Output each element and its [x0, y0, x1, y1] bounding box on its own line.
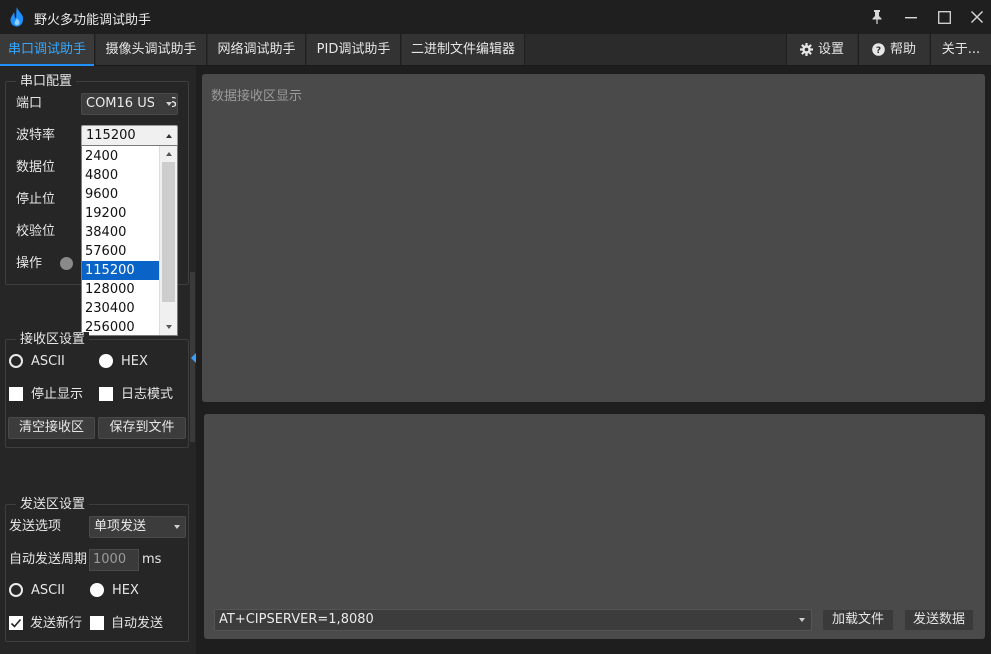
title-bar: 野火多功能调试助手 — [0, 0, 991, 34]
app-title: 野火多功能调试助手 — [34, 13, 152, 28]
maximize-button[interactable] — [927, 0, 961, 34]
stopbits-label: 停止位 — [16, 192, 56, 207]
receive-area[interactable]: 数据接收区显示 — [202, 74, 985, 402]
auto-send-label: 自动发送 — [111, 616, 164, 631]
svg-text:?: ? — [876, 46, 881, 56]
receive-ascii-label: ASCII — [31, 354, 65, 369]
auto-send-checkbox[interactable] — [90, 616, 104, 630]
send-command-input[interactable]: AT+CIPSERVER=1,8080 — [214, 609, 812, 631]
log-mode-label: 日志模式 — [121, 387, 174, 402]
send-settings-title: 发送区设置 — [16, 497, 90, 513]
scroll-down-icon[interactable] — [166, 325, 172, 329]
checkmark-icon — [10, 618, 22, 628]
baud-option[interactable]: 38400 — [82, 223, 159, 242]
receive-hex-radio[interactable] — [99, 354, 113, 368]
help-label: 帮助 — [889, 42, 916, 57]
send-option-select[interactable]: 单项发送 — [89, 516, 186, 538]
scrollbar-thumb[interactable] — [162, 162, 175, 302]
baud-option[interactable]: 128000 — [82, 280, 159, 299]
baud-dropdown-list[interactable]: 2400 4800 9600 19200 38400 57600 115200 … — [81, 145, 178, 336]
help-button[interactable]: ? 帮助 — [858, 34, 929, 65]
baud-option[interactable]: 4800 — [82, 166, 159, 185]
stop-display-label: 停止显示 — [31, 387, 84, 402]
baud-option[interactable]: 256000 — [82, 318, 159, 335]
baud-option[interactable]: 2400 — [82, 147, 159, 166]
send-area[interactable]: AT+CIPSERVER=1,8080 加载文件 发送数据 — [204, 414, 985, 639]
flame-logo-icon — [10, 7, 24, 27]
baud-option[interactable]: 9600 — [82, 185, 159, 204]
gear-icon — [799, 43, 813, 56]
baud-select[interactable]: 115200 — [81, 125, 178, 147]
send-hex-radio[interactable] — [90, 583, 104, 597]
period-unit-label: ms — [142, 552, 162, 567]
receive-placeholder: 数据接收区显示 — [211, 89, 303, 104]
chevron-down-icon — [174, 525, 180, 529]
clear-receive-button[interactable]: 清空接收区 — [8, 417, 95, 439]
collapse-arrow-icon[interactable] — [191, 353, 196, 363]
send-data-button[interactable]: 发送数据 — [904, 609, 974, 631]
baud-value: 115200 — [86, 128, 136, 143]
load-file-button[interactable]: 加载文件 — [822, 609, 894, 631]
chevron-down-icon — [166, 102, 172, 106]
baud-option-selected[interactable]: 115200 — [82, 261, 159, 280]
tab-binary-editor[interactable]: 二进制文件编辑器 — [402, 34, 525, 65]
baud-option[interactable]: 230400 — [82, 299, 159, 318]
serial-config-title: 串口配置 — [16, 74, 77, 90]
pin-icon — [872, 10, 882, 24]
baud-option[interactable]: 19200 — [82, 204, 159, 223]
send-option-label: 发送选项 — [9, 519, 62, 534]
stop-display-checkbox[interactable] — [9, 387, 23, 401]
close-button[interactable] — [960, 0, 991, 34]
send-ascii-radio[interactable] — [9, 583, 23, 597]
port-status-indicator[interactable] — [60, 257, 73, 270]
send-command-value: AT+CIPSERVER=1,8080 — [219, 612, 374, 627]
receive-ascii-radio[interactable] — [9, 354, 23, 368]
save-to-file-button[interactable]: 保存到文件 — [98, 417, 186, 439]
send-ascii-label: ASCII — [31, 583, 65, 598]
port-select[interactable]: COM16 USB-SERIAL CH340 — [81, 93, 178, 115]
send-newline-label: 发送新行 — [30, 616, 83, 631]
send-newline-checkbox[interactable] — [9, 616, 23, 630]
parity-label: 校验位 — [16, 224, 56, 239]
chevron-up-icon — [166, 134, 172, 138]
baud-option[interactable]: 57600 — [82, 242, 159, 261]
tab-network-assistant[interactable]: 网络调试助手 — [208, 34, 306, 65]
send-hex-label: HEX — [112, 583, 139, 598]
databits-label: 数据位 — [16, 160, 56, 175]
dropdown-scrollbar[interactable] — [159, 146, 177, 335]
receive-settings-title: 接收区设置 — [16, 332, 90, 348]
settings-button[interactable]: 设置 — [786, 34, 857, 65]
send-option-value: 单项发送 — [94, 519, 147, 534]
tab-bar: 串口调试助手 摄像头调试助手 网络调试助手 PID调试助手 二进制文件编辑器 设… — [0, 34, 991, 66]
pin-button[interactable] — [860, 0, 894, 34]
chevron-down-icon[interactable] — [799, 618, 805, 622]
close-icon — [971, 11, 983, 23]
minimize-icon — [905, 17, 917, 19]
tab-serial-assistant[interactable]: 串口调试助手 — [0, 34, 95, 66]
port-label: 端口 — [16, 96, 43, 111]
log-mode-checkbox[interactable] — [99, 387, 113, 401]
about-button[interactable]: 关于... — [930, 34, 991, 65]
tab-camera-assistant[interactable]: 摄像头调试助手 — [96, 34, 207, 65]
port-value: COM16 USB-SERIAL CH340 — [86, 96, 177, 111]
minimize-button[interactable] — [894, 0, 928, 34]
baud-label: 波特率 — [16, 128, 56, 143]
help-icon: ? — [872, 43, 885, 56]
tab-pid-assistant[interactable]: PID调试助手 — [307, 34, 401, 65]
auto-period-label: 自动发送周期 — [9, 552, 88, 567]
maximize-icon — [937, 10, 951, 24]
operation-label: 操作 — [16, 256, 43, 271]
settings-label: 设置 — [817, 42, 844, 57]
auto-period-input[interactable]: 1000 — [89, 549, 139, 571]
scroll-up-icon[interactable] — [166, 152, 172, 156]
receive-hex-label: HEX — [121, 354, 148, 369]
